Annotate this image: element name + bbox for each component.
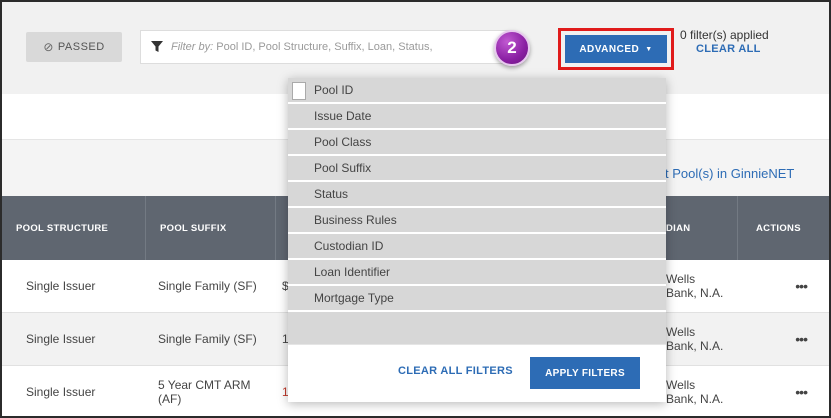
filter-option-label: Pool ID — [314, 83, 354, 97]
filter-option-pool-suffix[interactable]: Pool Suffix — [288, 156, 666, 182]
header-actions: ACTIONS — [756, 222, 801, 234]
passed-label: PASSED — [57, 41, 105, 53]
filter-input[interactable]: Filter by: Pool ID, Pool Structure, Suff… — [140, 30, 510, 64]
clear-all-link[interactable]: CLEAR ALL — [696, 43, 761, 55]
cell-pool-structure: Single Issuer — [26, 384, 96, 399]
cell-custodian-line1: Wells — [666, 272, 696, 286]
filter-option-label: Pool Suffix — [314, 161, 372, 175]
ginnienet-link[interactable]: t Pool(s) in GinnieNET — [665, 166, 794, 181]
filter-option-label: Custodian ID — [314, 239, 384, 253]
filter-option-label: Pool Class — [314, 135, 372, 149]
cell-pool-structure: Single Issuer — [26, 332, 96, 346]
passed-button[interactable]: ⊘ PASSED — [26, 32, 122, 62]
filter-option-label: Business Rules — [314, 213, 397, 227]
cell-custodian: Wells Bank, N.A. — [666, 325, 723, 353]
filters-applied-count: 0 filter(s) applied — [680, 28, 769, 42]
cell-pool-structure: Single Issuer — [26, 279, 96, 293]
filter-placeholder-prefix: Filter by: — [171, 41, 214, 53]
filter-option-label: Mortgage Type — [314, 291, 394, 305]
ellipsis-icon[interactable]: ••• — [795, 331, 808, 347]
filter-option-issue-date[interactable]: Issue Date — [288, 104, 666, 130]
cell-pool-suffix: Single Family (SF) — [158, 332, 257, 346]
cell-custodian-line1: Wells — [666, 377, 696, 392]
cell-custodian-line1: Wells — [666, 325, 696, 339]
filter-option-pool-id[interactable]: Pool ID — [288, 78, 666, 104]
filter-option-label: Issue Date — [314, 109, 372, 123]
cell-custodian: Wells Bank, N.A. — [666, 272, 723, 300]
filter-option-pool-class[interactable]: Pool Class — [288, 130, 666, 156]
advanced-label: ADVANCED — [579, 43, 640, 55]
filter-icon — [151, 41, 163, 52]
ellipsis-icon[interactable]: ••• — [795, 384, 808, 400]
filter-option-empty — [288, 312, 666, 344]
advanced-filter-dropdown: Pool ID Issue Date Pool Class Pool Suffi… — [288, 78, 666, 402]
advanced-button[interactable]: ADVANCED ▼ — [565, 35, 667, 63]
cell-pool-suffix-line2: (AF) — [158, 391, 182, 406]
passed-icon: ⊘ — [43, 40, 54, 54]
ellipsis-icon[interactable]: ••• — [795, 278, 808, 294]
filter-placeholder-rest: Pool ID, Pool Structure, Suffix, Loan, S… — [216, 41, 433, 53]
cell-pool-suffix-line1: 5 Year CMT ARM — [158, 377, 251, 392]
cell-pool-suffix: 5 Year CMT ARM (AF) — [158, 378, 250, 406]
filter-option-mortgage-type[interactable]: Mortgage Type — [288, 286, 666, 312]
cell-custodian: Wells Bank, N.A. — [666, 378, 723, 406]
cell-pool-suffix: Single Family (SF) — [158, 279, 257, 293]
filter-option-business-rules[interactable]: Business Rules — [288, 208, 666, 234]
filter-option-status[interactable]: Status — [288, 182, 666, 208]
filter-option-label: Loan Identifier — [314, 265, 391, 279]
header-pool-suffix[interactable]: POOL SUFFIX — [146, 196, 276, 260]
advanced-highlight: ADVANCED ▼ — [558, 28, 674, 70]
app-frame: ⊘ PASSED Filter by: Pool ID, Pool Struct… — [0, 0, 831, 418]
dropdown-footer: CLEAR ALL FILTERS APPLY FILTERS — [288, 344, 666, 402]
checkbox[interactable] — [292, 82, 306, 100]
step-badge: 2 — [494, 30, 530, 66]
filter-option-custodian-id[interactable]: Custodian ID — [288, 234, 666, 260]
filter-option-loan-identifier[interactable]: Loan Identifier — [288, 260, 666, 286]
filter-option-label: Status — [314, 187, 349, 201]
apply-filters-button[interactable]: APPLY FILTERS — [530, 357, 640, 389]
cell-custodian-line2: Bank, N.A. — [666, 391, 724, 406]
header-custodian[interactable]: DIAN — [656, 196, 738, 260]
caret-down-icon: ▼ — [645, 45, 653, 53]
clear-all-filters-button[interactable]: CLEAR ALL FILTERS — [398, 365, 513, 377]
header-pool-structure[interactable]: POOL STRUCTURE — [2, 196, 146, 260]
cell-custodian-line2: Bank, N.A. — [666, 286, 724, 300]
cell-custodian-line2: Bank, N.A. — [666, 339, 724, 353]
filter-placeholder: Filter by: Pool ID, Pool Structure, Suff… — [171, 41, 433, 53]
